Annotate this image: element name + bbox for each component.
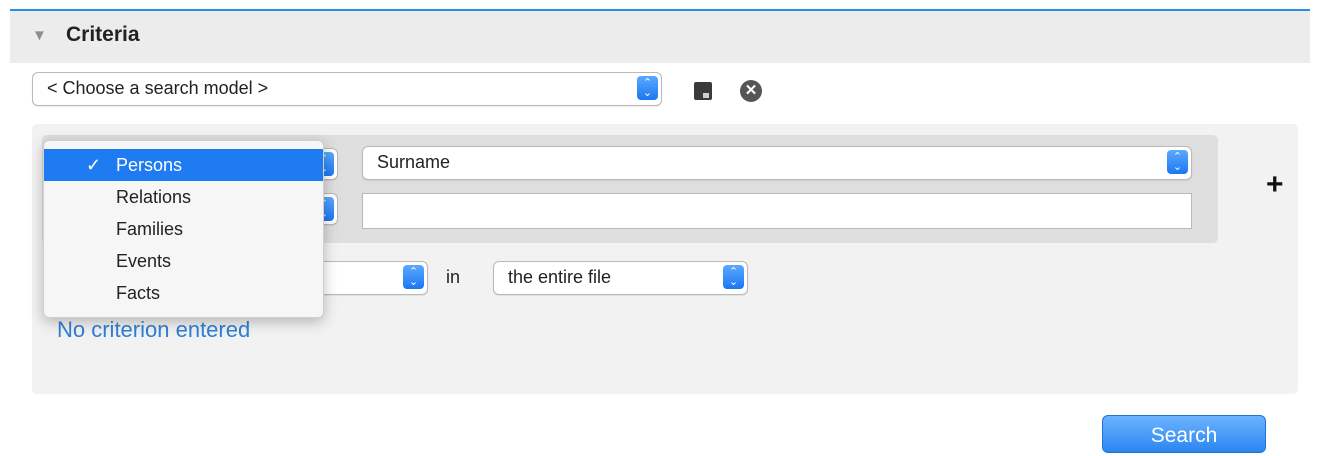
menu-item-label: Relations	[116, 187, 192, 207]
stepper-icon: ⌃⌄	[1167, 150, 1188, 174]
menu-item-label: Facts	[116, 283, 161, 303]
menu-item-facts[interactable]: Facts	[44, 277, 323, 309]
menu-item-events[interactable]: Events	[44, 245, 323, 277]
search-button[interactable]: Search	[1102, 415, 1266, 453]
menu-item-label: Families	[116, 219, 184, 239]
file-scope-select[interactable]: the entire file ⌃ ⌄	[493, 261, 748, 295]
stepper-icon: ⌃⌄	[723, 265, 744, 289]
object-type-menu: ✓ Persons Relations Families Events Facts	[43, 140, 324, 318]
menu-item-label: Persons	[116, 155, 183, 175]
criteria-header[interactable]: ▼ Criteria	[10, 11, 1310, 63]
stepper-icon: ⌃⌄	[403, 265, 424, 289]
field-select-value: Surname	[377, 152, 451, 172]
checkmark-icon: ✓	[86, 155, 102, 175]
menu-item-relations[interactable]: Relations	[44, 181, 323, 213]
file-scope-value: the entire file	[508, 267, 612, 287]
plus-icon[interactable]: +	[1266, 170, 1284, 200]
search-model-value: < Choose a search model >	[47, 78, 269, 98]
menu-item-families[interactable]: Families	[44, 213, 323, 245]
disclosure-triangle-icon[interactable]: ▼	[32, 27, 47, 44]
menu-item-persons[interactable]: ✓ Persons	[44, 149, 323, 181]
menu-item-label: Events	[116, 251, 172, 271]
status-text: No criterion entered	[57, 317, 251, 342]
section-title: Criteria	[66, 23, 140, 46]
in-label: in	[446, 267, 461, 287]
save-icon[interactable]	[694, 82, 712, 100]
clear-icon[interactable]: ✕	[740, 80, 762, 102]
stepper-icon: ⌃⌄	[637, 76, 658, 100]
field-select[interactable]: Surname ⌃ ⌄	[362, 146, 1192, 180]
search-model-select[interactable]: < Choose a search model > ⌃ ⌄	[32, 72, 662, 106]
criterion-value-input[interactable]	[362, 193, 1192, 229]
